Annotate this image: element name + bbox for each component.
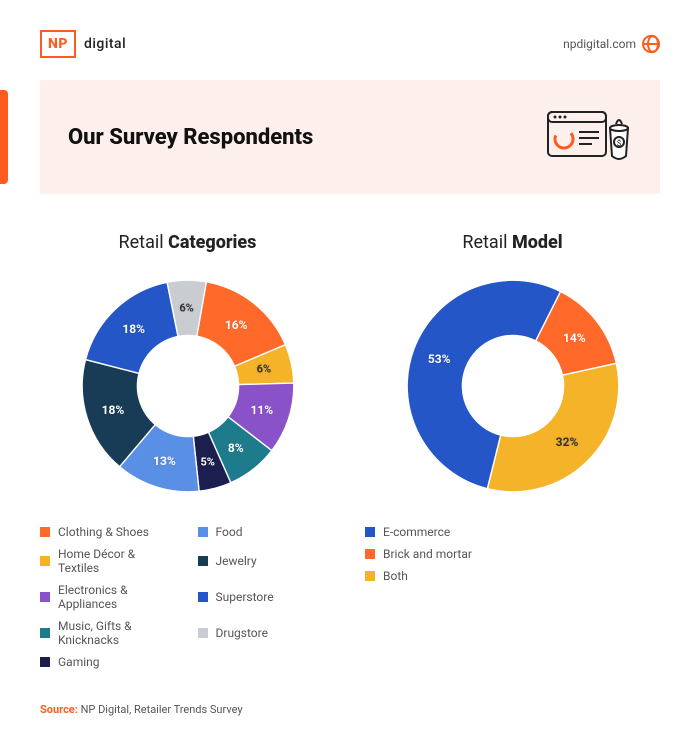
- site-link[interactable]: npdigital.com: [563, 35, 660, 53]
- charts-row: Retail Categories 16% 6% 11% 8% 5% 13% 18% 18% 6…: [40, 232, 660, 669]
- legend-label: Electronics & Appliances: [58, 583, 178, 611]
- legend-categories: Clothing & Shoes Food Home Décor & Textile…: [40, 525, 335, 669]
- legend-item: Home Décor & Textiles: [40, 547, 178, 575]
- legend-label: E-commerce: [383, 525, 450, 539]
- legend-swatch: [365, 527, 375, 537]
- legend-label: Jewelry: [216, 554, 257, 568]
- legend-item: Superstore: [198, 583, 336, 611]
- legend-item: Electronics & Appliances: [40, 583, 178, 611]
- chart-categories-title: Retail Categories: [119, 232, 257, 253]
- slice-label: 14%: [563, 331, 586, 345]
- brand-logo: NP digital: [40, 30, 126, 58]
- legend-label: Superstore: [216, 590, 274, 604]
- slice-label: 11%: [251, 403, 274, 417]
- top-bar: NP digital npdigital.com: [40, 30, 660, 58]
- chart-categories: Retail Categories 16% 6% 11% 8% 5% 13% 18% 18% 6…: [40, 232, 335, 669]
- legend-item: Both: [365, 569, 660, 583]
- legend-item: Drugstore: [198, 619, 336, 647]
- legend-label: Music, Gifts & Knicknacks: [58, 619, 178, 647]
- legend-swatch: [198, 592, 208, 602]
- legend-label: Clothing & Shoes: [58, 525, 149, 539]
- legend-item: Food: [198, 525, 336, 539]
- chart-model-title: Retail Model: [462, 232, 562, 253]
- hero-illustration: $: [546, 106, 632, 168]
- slice-label: 18%: [102, 403, 125, 417]
- legend-item: Jewelry: [198, 547, 336, 575]
- slice-label: 18%: [122, 322, 145, 336]
- slice-label: 6%: [257, 363, 271, 376]
- legend-label: Brick and mortar: [383, 547, 472, 561]
- chart-model: Retail Model 53% 14% 32% E-commerce Brick a…: [365, 232, 660, 669]
- legend-item: E-commerce: [365, 525, 660, 539]
- legend-label: Food: [216, 525, 243, 539]
- hero-title: Our Survey Respondents: [68, 125, 313, 150]
- slice-label: 5%: [200, 455, 214, 468]
- source-text: NP Digital, Retailer Trends Survey: [78, 703, 243, 716]
- source-line: Source: NP Digital, Retailer Trends Surv…: [40, 703, 660, 716]
- legend-swatch: [365, 549, 375, 559]
- legend-swatch: [198, 628, 208, 638]
- slice-label: 13%: [153, 454, 176, 468]
- slice-label: 53%: [428, 352, 451, 366]
- legend-swatch: [365, 571, 375, 581]
- slice-label: 32%: [556, 435, 579, 449]
- legend-label: Gaming: [58, 655, 100, 669]
- hero-banner: Our Survey Respondents $: [40, 80, 660, 194]
- legend-swatch: [40, 527, 50, 537]
- globe-icon: [642, 35, 660, 53]
- slice-label: 8%: [228, 441, 244, 455]
- donut-model: 53% 14% 32%: [398, 271, 628, 501]
- logo-box: NP: [40, 30, 76, 58]
- source-label: Source:: [40, 703, 78, 716]
- legend-model: E-commerce Brick and mortar Both: [365, 525, 660, 583]
- site-url: npdigital.com: [563, 37, 636, 51]
- legend-swatch: [198, 527, 208, 537]
- legend-label: Home Décor & Textiles: [58, 547, 178, 575]
- legend-item: Clothing & Shoes: [40, 525, 178, 539]
- svg-text:$: $: [617, 139, 622, 148]
- slice-label: 6%: [179, 301, 193, 314]
- legend-item: Brick and mortar: [365, 547, 660, 561]
- legend-swatch: [198, 556, 208, 566]
- legend-label: Drugstore: [216, 626, 268, 640]
- logo-text: digital: [84, 36, 126, 52]
- legend-swatch: [40, 657, 50, 667]
- legend-label: Both: [383, 569, 408, 583]
- legend-swatch: [40, 628, 50, 638]
- legend-item: Gaming: [40, 655, 178, 669]
- donut-categories: 16% 6% 11% 8% 5% 13% 18% 18% 6%: [73, 271, 303, 501]
- slice-label: 16%: [225, 318, 248, 332]
- legend-swatch: [40, 592, 50, 602]
- legend-swatch: [40, 556, 50, 566]
- legend-item: Music, Gifts & Knicknacks: [40, 619, 178, 647]
